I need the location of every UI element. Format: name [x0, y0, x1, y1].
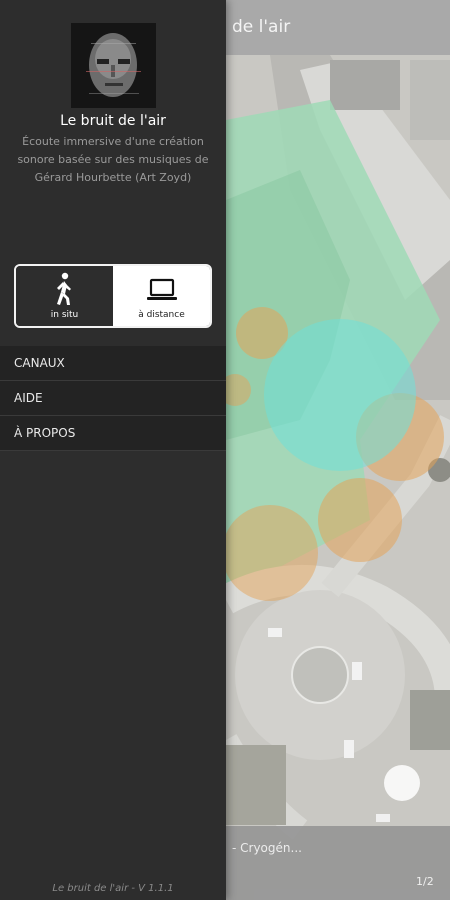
mode-distance-button[interactable]: à distance [113, 266, 210, 326]
map-title: de l'air [232, 17, 291, 37]
mode-distance-label: à distance [138, 310, 185, 320]
mode-in-situ-button[interactable]: in situ [16, 266, 113, 326]
menu-item-aide[interactable]: AIDE [0, 381, 226, 416]
navigation-drawer: Le bruit de l'air Écoute immersive d'une… [0, 0, 226, 900]
drawer-menu: CANAUX AIDE À PROPOS [0, 346, 226, 451]
app-title: Le bruit de l'air [60, 113, 166, 129]
app-description: Écoute immersive d'une création sonore b… [17, 135, 209, 184]
playlist-count: 1/2 [416, 875, 434, 888]
menu-item-a-propos[interactable]: À PROPOS [0, 416, 226, 451]
walking-person-icon [57, 272, 71, 305]
app-version: Le bruit de l'air - V 1.1.1 [52, 883, 174, 894]
menu-item-canaux[interactable]: CANAUX [0, 346, 226, 381]
laptop-icon [147, 278, 177, 300]
mode-in-situ-label: in situ [50, 310, 79, 320]
artist-portrait [71, 23, 156, 108]
mode-toggle[interactable]: in situ à distance [14, 264, 212, 328]
location-marker[interactable] [384, 765, 420, 801]
track-title: - Cryogén... [232, 841, 302, 855]
